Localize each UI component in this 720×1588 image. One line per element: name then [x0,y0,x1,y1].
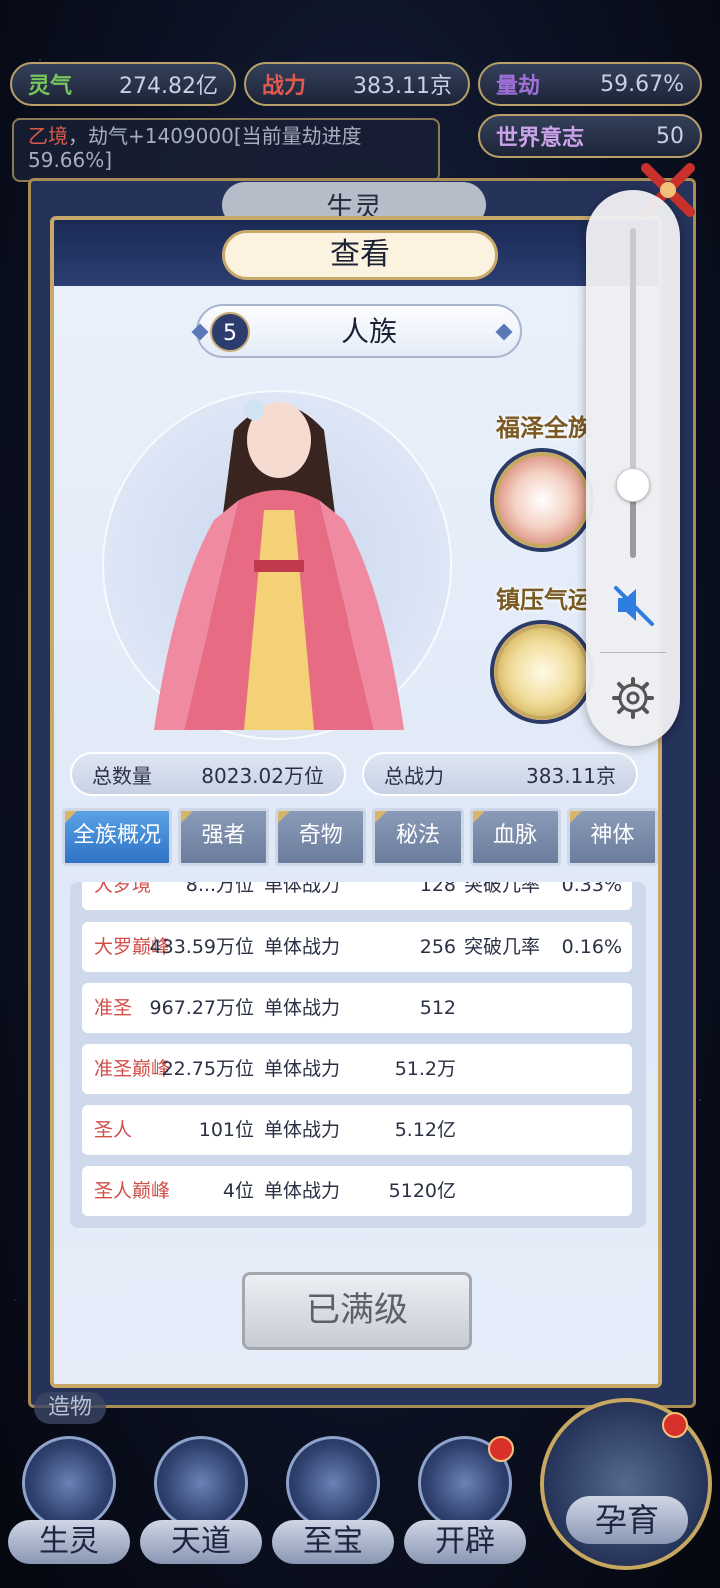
liangjie-stat: 量劫 59.67% [478,62,702,106]
maxed-level-button[interactable]: 已满级 [242,1272,472,1350]
total-count-box: 总数量 8023.02万位 [70,752,346,796]
next-race-arrow-icon[interactable] [495,323,513,341]
notification-dot [488,1436,514,1462]
event-notice: 乙境，劫气+1409000[当前量劫进度59.66%] [12,118,440,182]
tab-divine-body[interactable]: 神体 [566,808,658,866]
liangjie-value: 59.67% [600,71,684,97]
mute-icon[interactable] [608,580,658,630]
tab-strongmen[interactable]: 强者 [177,808,270,866]
volume-slider-track[interactable] [630,228,636,558]
race-level-badge: 5 [210,312,250,352]
notification-dot [662,1412,688,1438]
buff-label-blessing: 福泽全族 [496,413,592,442]
zhanli-label: 战力 [262,73,307,99]
tab-overview[interactable]: 全族概况 [62,808,172,866]
system-volume-panel [586,190,680,746]
total-power-value: 383.11京 [526,763,616,788]
notice-text: ，劫气+1409000[当前量劫进度59.66%] [28,124,362,172]
notice-highlight: 乙境 [28,124,68,148]
nav-genesis-label: 开辟 [404,1520,526,1564]
nav-heaven-dao-button[interactable]: 天道 [140,1430,262,1570]
total-power-label: 总战力 [384,763,444,788]
world-will-value: 50 [656,123,684,149]
table-row: 大罗境 8...万位 单体战力 128 突破几率 0.33% [82,882,632,910]
liangjie-label: 量劫 [496,73,541,99]
table-row: 圣人巅峰 4位 单体战力 5120亿 [82,1166,632,1216]
table-row: 圣人 101位 单体战力 5.12亿 [82,1105,632,1155]
suppress-luck-buff-icon[interactable] [494,624,590,720]
table-row: 准圣 967.27万位 单体战力 512 [82,983,632,1033]
total-power-box: 总战力 383.11京 [362,752,638,796]
treasure-emblem-icon [286,1436,380,1530]
nav-treasure-button[interactable]: 至宝 [272,1430,394,1570]
table-row: 大罗巅峰 433.59万位 单体战力 256 突破几率 0.16% [82,922,632,972]
buff-label-suppress: 镇压气运 [496,585,592,614]
nav-heaven-dao-label: 天道 [140,1520,262,1564]
total-count-value: 8023.02万位 [201,763,324,788]
volume-slider-knob[interactable] [616,468,650,503]
zhanli-value: 383.11京 [353,74,452,99]
tab-bloodline[interactable]: 血脉 [469,808,561,866]
dialog-title: 查看 [222,230,498,280]
nav-creatures-button[interactable]: 生灵 [8,1430,130,1570]
volume-divider [600,652,666,653]
blessing-buff-icon[interactable] [494,452,590,548]
tab-secret-arts[interactable]: 秘法 [372,808,464,866]
zhanli-stat: 战力 383.11京 [244,62,470,106]
world-will-stat[interactable]: 世界意志 50 [478,114,702,158]
view-dialog: 查看 5 人族 福泽全族 镇压气运 总数量 8023.02万位 总战力 383.… [50,216,662,1388]
total-count-label: 总数量 [92,763,152,788]
character-portrait [154,400,404,730]
lingqi-label: 灵气 [28,73,73,99]
tab-artifacts[interactable]: 奇物 [275,808,367,866]
table-row: 准圣巅峰 22.75万位 单体战力 51.2万 [82,1044,632,1094]
heaven-dao-emblem-icon [154,1436,248,1530]
race-name: 人族 [340,315,397,348]
creation-button[interactable]: 造物 [34,1392,106,1424]
race-selector[interactable]: 5 人族 [191,304,522,358]
lingqi-value: 274.82亿 [119,74,218,99]
lingqi-stat: 灵气 274.82亿 [10,62,236,106]
prev-race-arrow-icon[interactable] [191,323,209,341]
world-will-label: 世界意志 [496,125,585,151]
gear-icon[interactable] [611,676,655,720]
rank-table[interactable]: 大罗境 8...万位 单体战力 128 突破几率 0.33% 大罗巅峰 433.… [70,882,646,1228]
nav-creatures-label: 生灵 [8,1520,130,1564]
creatures-emblem-icon [22,1436,116,1530]
nav-treasure-label: 至宝 [272,1520,394,1564]
nav-nurture-label: 孕育 [566,1496,688,1544]
category-tabs: 全族概况 强者 奇物 秘法 血脉 神体 [62,808,658,866]
